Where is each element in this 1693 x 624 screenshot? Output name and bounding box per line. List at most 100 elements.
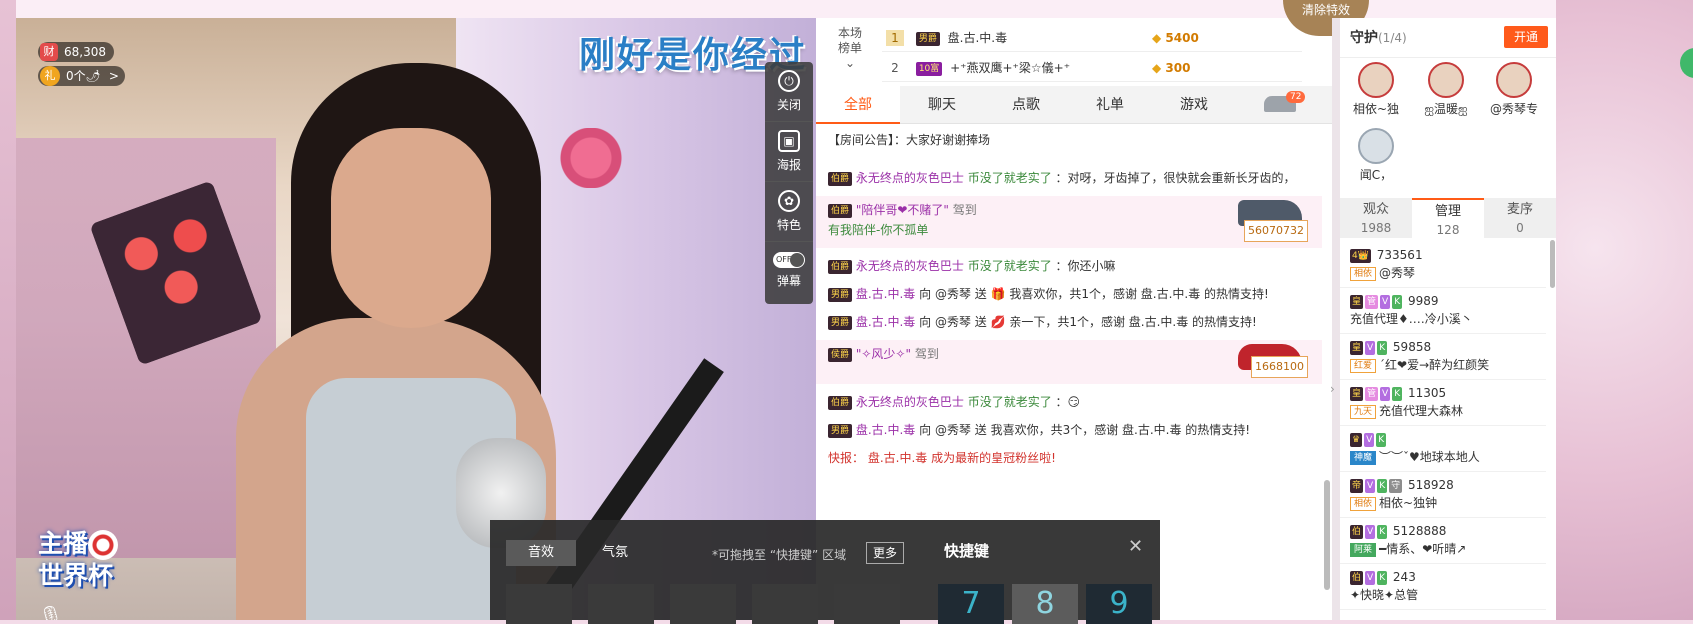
tab-gifts[interactable]: 礼单 [1068, 86, 1152, 124]
user-id: 5128888 [1392, 524, 1447, 538]
wealth-badge[interactable]: 财 68,308 [38, 42, 114, 62]
shortcut-key-8[interactable]: 8 [1012, 584, 1078, 624]
tab-mic-queue[interactable]: 麦序 0 [1484, 198, 1556, 238]
tab-all[interactable]: 全部 [816, 86, 900, 124]
user-name: ˊ红❤爱→醉为红颜笑 [1379, 358, 1490, 372]
user-motto: 币没了就老实了 [967, 171, 1052, 185]
level-badge: 伯 [1350, 524, 1364, 539]
tab-sound-effects[interactable]: 音效 [506, 540, 576, 566]
user-id: 733561 [1376, 248, 1423, 262]
more-button[interactable]: 更多 [866, 542, 905, 564]
chat-username[interactable]: 盘.古.中.毒 [856, 287, 915, 301]
user-name: ︶︶ˇ♥地球本地人 [1379, 450, 1480, 464]
ranking-toggle[interactable]: 本场 榜单 ⌄ [830, 26, 870, 71]
chat-username[interactable]: "陪伴哥❤不赌了" [856, 203, 949, 217]
shortcut-panel: 音效 气氛 *可拖拽至 “快捷键” 区域 更多 快捷键 ✕ 7 8 9 [490, 520, 1160, 624]
user-id: 9989 [1407, 294, 1439, 308]
open-guard-button[interactable]: 开通 [1503, 26, 1548, 48]
rank-row[interactable]: 2 10富 +⁺燕双鹰+⁺梁☆儀+⁺ 300 [882, 54, 1302, 82]
tab-count: 0 [1516, 221, 1524, 235]
user-badge: 伯爵 [828, 203, 853, 218]
chevron-right-icon: > [108, 69, 119, 83]
rank-row[interactable]: 1 男爵 盘.古.中.毒 5400 [882, 24, 1302, 52]
vip-icon: K [1377, 340, 1388, 355]
gift-counter[interactable]: 礼 0个🌶 > [38, 66, 125, 86]
rank-number: 1 [886, 30, 904, 46]
feature-button[interactable]: ✿ 特色 [765, 182, 813, 242]
effect-slot[interactable] [588, 584, 654, 624]
user-name: 充值代理大森林 [1379, 404, 1464, 418]
fan-tag: 神魔 [1350, 450, 1377, 465]
list-item[interactable]: 皇管VK 9989 充值代理♦‥‥冷小溪丶 [1340, 288, 1546, 334]
tab-audience[interactable]: 观众 1988 [1340, 198, 1412, 238]
chat-username[interactable]: 盘.古.中.毒 [856, 423, 915, 437]
guard-member[interactable]: @秀琴专 [1486, 62, 1542, 117]
guard-member[interactable]: 闻C， [1348, 128, 1404, 183]
chat-text: ：对呀，牙齿掉了，很快就会重新长牙齿的， [1055, 171, 1296, 185]
user-name: 充值代理♦‥‥冷小溪丶 [1350, 312, 1473, 326]
user-name: 相依~独钟 [1379, 496, 1438, 510]
chat-scrollbar[interactable] [1324, 480, 1330, 590]
vip-icon: K [1377, 570, 1388, 585]
user-id: 518928 [1407, 478, 1454, 492]
guard-name: @秀琴专 [1489, 102, 1538, 116]
poster-button[interactable]: ▣ 海报 [765, 122, 813, 182]
news-label: 快报 [828, 451, 853, 465]
chat-username[interactable]: 永无终点的灰色巴士 [856, 395, 964, 409]
guard-member[interactable]: ஐ温暖ஐ [1418, 62, 1474, 118]
entry-verb: 驾到 [952, 203, 977, 217]
list-item[interactable]: ♛ V K 神魔 ︶︶ˇ♥地球本地人 [1340, 426, 1546, 472]
chat-text: 成为最新的皇冠粉丝啦! [931, 451, 1056, 465]
tab-songs[interactable]: 点歌 [984, 86, 1068, 124]
effect-slot[interactable] [834, 584, 900, 624]
audience-panel: 守护(1/4) 开通 相依~独 ஐ温暖ஐ @秀琴专 闻C， 观众 1988 管理 1… [1340, 18, 1556, 620]
collapse-arrow-icon[interactable]: › [1330, 382, 1335, 396]
effect-slot[interactable] [506, 584, 572, 624]
list-item[interactable]: 皇VK 59858 红爱 ˊ红❤爱→醉为红颜笑 [1340, 334, 1546, 380]
tab-label: 观众 [1362, 202, 1389, 217]
rank-label-1: 本场 [837, 26, 862, 40]
guard-member[interactable]: 相依~独 [1348, 62, 1404, 117]
user-badge: 伯爵 [828, 259, 853, 274]
list-item[interactable]: 伯VK 243 ✦快晓✦总管 [1340, 564, 1546, 610]
car-count-badge: 72 [1286, 91, 1306, 103]
effect-slot[interactable] [752, 584, 818, 624]
list-item[interactable]: 4👑 733561 相依 @秀琴 [1340, 242, 1546, 288]
danmaku-toggle[interactable]: OFF 弹幕 [765, 242, 813, 302]
microphone-icon[interactable]: 🎙 [38, 604, 63, 620]
chat-username[interactable]: 永无终点的灰色巴士 [856, 171, 964, 185]
chat-username[interactable]: 盘.古.中.毒 [868, 451, 927, 465]
tab-chat[interactable]: 聊天 [900, 86, 984, 124]
guard-name: ஐ温暖ஐ [1424, 102, 1468, 116]
level-badge: 皇 [1350, 340, 1364, 355]
user-badge: 男爵 [828, 423, 853, 438]
effect-slot[interactable] [670, 584, 736, 624]
chat-username[interactable]: 永无终点的灰色巴士 [856, 259, 964, 273]
shortcut-key-7[interactable]: 7 [938, 584, 1004, 624]
poster-icon: ▣ [778, 130, 800, 152]
tab-games[interactable]: 游戏 [1152, 86, 1236, 124]
user-id: 243 [1392, 570, 1416, 584]
list-item[interactable]: 皇管VK 11305 九天 充值代理大森林 [1340, 380, 1546, 426]
chat-username[interactable]: "✧风少✧" [856, 347, 911, 361]
chat-message: 伯爵 永无终点的灰色巴士 币没了就老实了 ：😏 [816, 388, 1322, 416]
guard-title: 守护 [1350, 30, 1378, 46]
audience-scrollbar[interactable] [1550, 240, 1555, 288]
chat-username[interactable]: 盘.古.中.毒 [856, 315, 915, 329]
user-badge: 男爵 [828, 315, 853, 330]
power-icon: ⏻ [778, 70, 800, 92]
poster-label: 海报 [776, 158, 801, 172]
close-video-button[interactable]: ⏻ 关闭 [765, 62, 813, 122]
vip-icon: V [1365, 524, 1376, 539]
tab-atmosphere[interactable]: 气氛 [580, 540, 650, 566]
tab-admins[interactable]: 管理 128 [1412, 198, 1484, 238]
list-item[interactable]: 帝VK守 518928 相依 相依~独钟 [1340, 472, 1546, 518]
user-id: 59858 [1392, 340, 1432, 354]
user-badge: 侯爵 [828, 347, 853, 362]
close-icon[interactable]: ✕ [1128, 536, 1143, 557]
video-scene-flowers [556, 128, 626, 188]
logo-line-1: 主播 [38, 529, 89, 558]
list-item[interactable]: 伯VK 5128888 阿莱 ━情系、❤听晴↗ [1340, 518, 1546, 564]
shortcut-key-9[interactable]: 9 [1086, 584, 1152, 624]
fan-tag: 阿莱 [1350, 542, 1377, 557]
